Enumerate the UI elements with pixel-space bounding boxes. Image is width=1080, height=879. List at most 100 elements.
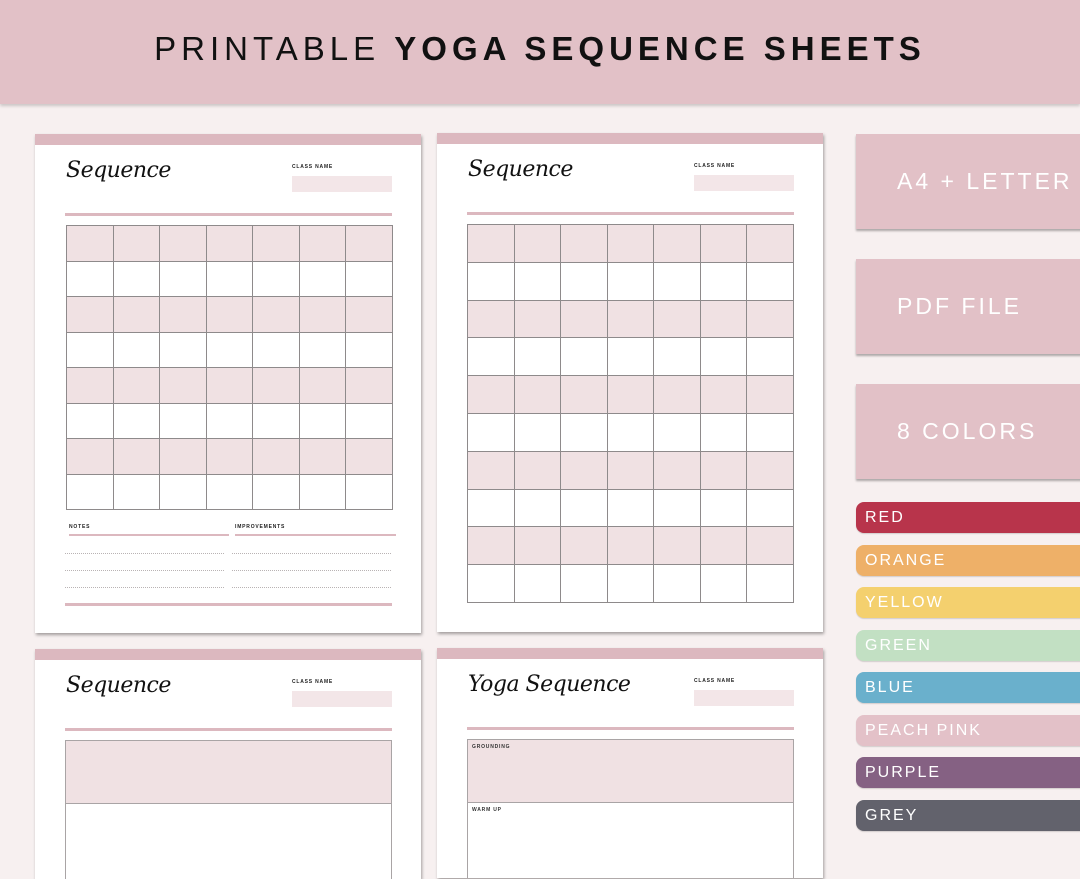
color-option-purple: PURPLE — [856, 757, 1080, 788]
grid-cell — [205, 367, 254, 404]
grid-cell — [606, 488, 655, 528]
grid-cell — [298, 367, 347, 404]
grid-cell — [560, 337, 608, 377]
grid-cell — [467, 564, 515, 603]
grid-cell — [205, 438, 254, 475]
grid-cell — [345, 296, 393, 333]
grid-row — [66, 402, 393, 439]
grid-cell — [252, 367, 300, 404]
grid-cell — [159, 367, 207, 404]
grid-cell — [66, 402, 114, 439]
feature-label: 8 COLORS — [897, 418, 1038, 444]
title-banner: PRINTABLE YOGA SEQUENCE SHEETS — [0, 0, 1080, 104]
color-option-label: GREY — [865, 806, 919, 824]
sheet-top-bar — [437, 133, 823, 144]
grid-cell — [252, 225, 300, 262]
grid-row — [467, 337, 794, 377]
grid-cell — [112, 225, 161, 262]
grid-cell — [252, 473, 300, 510]
color-option-green: GREEN — [856, 630, 1080, 661]
grid-cell — [467, 261, 515, 301]
grid-cell — [699, 564, 748, 603]
header-divider — [467, 212, 794, 215]
grid-cell — [653, 299, 701, 339]
sheet-top-bar — [35, 649, 421, 660]
grid-row — [467, 564, 794, 603]
grid-row — [66, 367, 393, 404]
grid-cell — [345, 260, 393, 297]
improvements-line — [232, 587, 391, 588]
sequence-block — [65, 740, 392, 805]
grid-cell — [205, 260, 254, 297]
grid-cell — [560, 299, 608, 339]
header-divider — [467, 727, 794, 730]
grid-cell — [699, 375, 748, 414]
class-name-label: CLASS NAME — [694, 678, 736, 684]
grid-cell — [513, 564, 562, 603]
grid-cell — [653, 261, 701, 301]
grid-cell — [66, 438, 114, 475]
grid-cell — [513, 412, 562, 452]
grid-row — [467, 488, 794, 528]
grid-cell — [699, 488, 748, 528]
sheet-sequence-grid: Sequence CLASS NAME — [437, 133, 823, 632]
grid-cell — [298, 260, 347, 297]
class-name-field — [292, 176, 392, 192]
notes-rule — [69, 534, 229, 536]
grid-cell — [606, 375, 655, 414]
banner-title-light: PRINTABLE — [154, 30, 381, 67]
grid-cell — [746, 299, 794, 339]
grid-cell — [205, 473, 254, 510]
class-name-label: CLASS NAME — [292, 164, 334, 170]
grid-row — [66, 225, 393, 262]
header-divider — [65, 213, 392, 216]
grid-cell — [653, 224, 701, 263]
feature-8-colors: 8 COLORS — [856, 384, 1080, 479]
color-option-orange: ORANGE — [856, 545, 1080, 576]
grid-cell — [746, 337, 794, 377]
grid-cell — [513, 488, 562, 528]
grid-cell — [298, 438, 347, 475]
grid-cell — [66, 367, 114, 404]
grid-cell — [159, 473, 207, 510]
grid-cell — [699, 224, 748, 263]
grid-cell — [159, 402, 207, 439]
sequence-block — [65, 803, 392, 879]
sheet-sequence-notes: Sequence CLASS NAME NOTES IMPROVEMENTS — [35, 134, 421, 633]
color-option-peach-pink: PEACH PINK — [856, 715, 1080, 746]
grid-cell — [66, 473, 114, 510]
sheet-title: Sequence — [468, 157, 573, 182]
grid-cell — [66, 331, 114, 368]
grid-cell — [467, 412, 515, 452]
grid-cell — [467, 450, 515, 490]
grid-cell — [159, 260, 207, 297]
color-option-yellow: YELLOW — [856, 587, 1080, 618]
grid-cell — [699, 450, 748, 490]
grid-cell — [159, 438, 207, 475]
grid-cell — [112, 296, 161, 333]
class-name-label: CLASS NAME — [694, 163, 736, 169]
grid-cell — [112, 367, 161, 404]
feature-pdf-file: PDF FILE — [856, 259, 1080, 354]
grid-cell — [653, 450, 701, 490]
color-option-label: YELLOW — [865, 593, 944, 611]
grid-cell — [560, 412, 608, 452]
notes-line — [65, 587, 224, 588]
grid-cell — [467, 299, 515, 339]
class-name-field — [292, 691, 392, 707]
grid-cell — [699, 412, 748, 452]
sequence-grid — [66, 225, 393, 510]
grid-cell — [298, 225, 347, 262]
grid-row — [467, 526, 794, 566]
grid-cell — [112, 402, 161, 439]
sequence-grid — [467, 224, 794, 603]
notes-label: NOTES — [69, 524, 91, 530]
grid-cell — [746, 564, 794, 603]
grid-row — [467, 450, 794, 490]
improvements-label: IMPROVEMENTS — [235, 524, 286, 530]
grid-cell — [467, 337, 515, 377]
grid-cell — [345, 402, 393, 439]
grid-row — [467, 375, 794, 414]
grid-cell — [298, 402, 347, 439]
grid-cell — [467, 224, 515, 263]
